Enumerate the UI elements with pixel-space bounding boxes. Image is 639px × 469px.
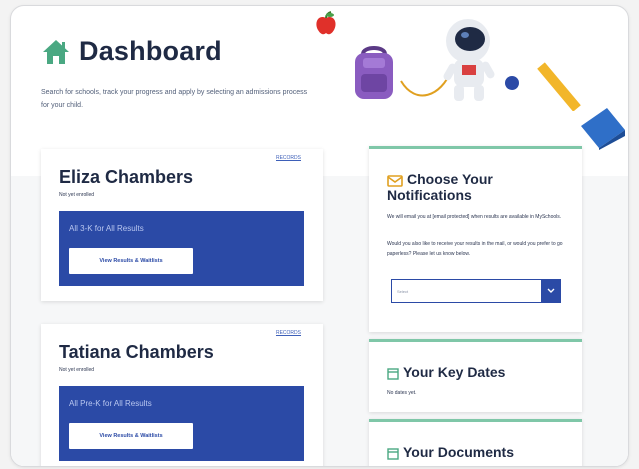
chevron-down-icon[interactable]: [541, 279, 561, 303]
page-subtitle: Search for schools, track your progress …: [41, 89, 308, 109]
astronaut-icon: [400, 19, 519, 101]
results-panel: All 3-K for All Results View Results & W…: [59, 211, 304, 286]
envelope-icon: [387, 175, 403, 188]
notifications-heading: Choose Your Notifications: [387, 171, 493, 203]
ruler-icon: [537, 62, 581, 111]
page-header: Dashboard: [41, 36, 222, 67]
notifications-title-line1: Choose Your: [407, 171, 493, 187]
backpack-icon: [355, 46, 393, 99]
documents-title: Your Documents: [403, 444, 514, 460]
view-results-button[interactable]: View Results & Waitlists: [69, 248, 193, 274]
enrollment-status: Not yet enrolled: [59, 192, 95, 198]
enrollment-status: Not yet enrolled: [59, 367, 95, 373]
apple-icon: [316, 11, 336, 35]
results-panel: All Pre-K for All Results View Results &…: [59, 386, 304, 461]
documents-card: Your Documents: [369, 419, 582, 466]
key-dates-card: Your Key Dates No dates yet.: [369, 339, 582, 412]
key-dates-heading: Your Key Dates: [387, 364, 505, 380]
notifications-card: Choose Your Notifications We will email …: [369, 146, 582, 332]
book-icon: [581, 108, 625, 150]
notifications-title-line2: Notifications: [387, 187, 472, 204]
student-card-eliza: RECORDS Eliza Chambers Not yet enrolled …: [41, 149, 323, 301]
home-icon: [43, 39, 69, 64]
documents-heading: Your Documents: [387, 444, 514, 460]
notification-select-value: Select: [397, 289, 409, 294]
student-card-tatiana: RECORDS Tatiana Chambers Not yet enrolle…: [41, 324, 323, 466]
notifications-email-text: We will email you at [email protected] w…: [387, 214, 562, 220]
notification-select[interactable]: Select: [391, 279, 561, 303]
student-name: Eliza Chambers: [59, 167, 194, 187]
notifications-mail-text: Would you also like to receive your resu…: [387, 241, 563, 257]
key-dates-title: Your Key Dates: [403, 364, 506, 380]
student-name: Tatiana Chambers: [59, 342, 214, 362]
dashboard-window: Dashboard Search for schools, track your…: [10, 5, 629, 467]
records-link[interactable]: RECORDS: [276, 155, 301, 161]
records-link[interactable]: RECORDS: [276, 330, 301, 336]
calendar-icon: [387, 448, 399, 460]
view-results-button[interactable]: View Results & Waitlists: [69, 423, 193, 449]
results-panel-title: All Pre-K for All Results: [69, 399, 152, 408]
results-panel-title: All 3-K for All Results: [69, 224, 144, 233]
key-dates-text: No dates yet.: [387, 390, 417, 396]
calendar-icon: [387, 368, 399, 380]
page-title: Dashboard: [79, 36, 222, 66]
